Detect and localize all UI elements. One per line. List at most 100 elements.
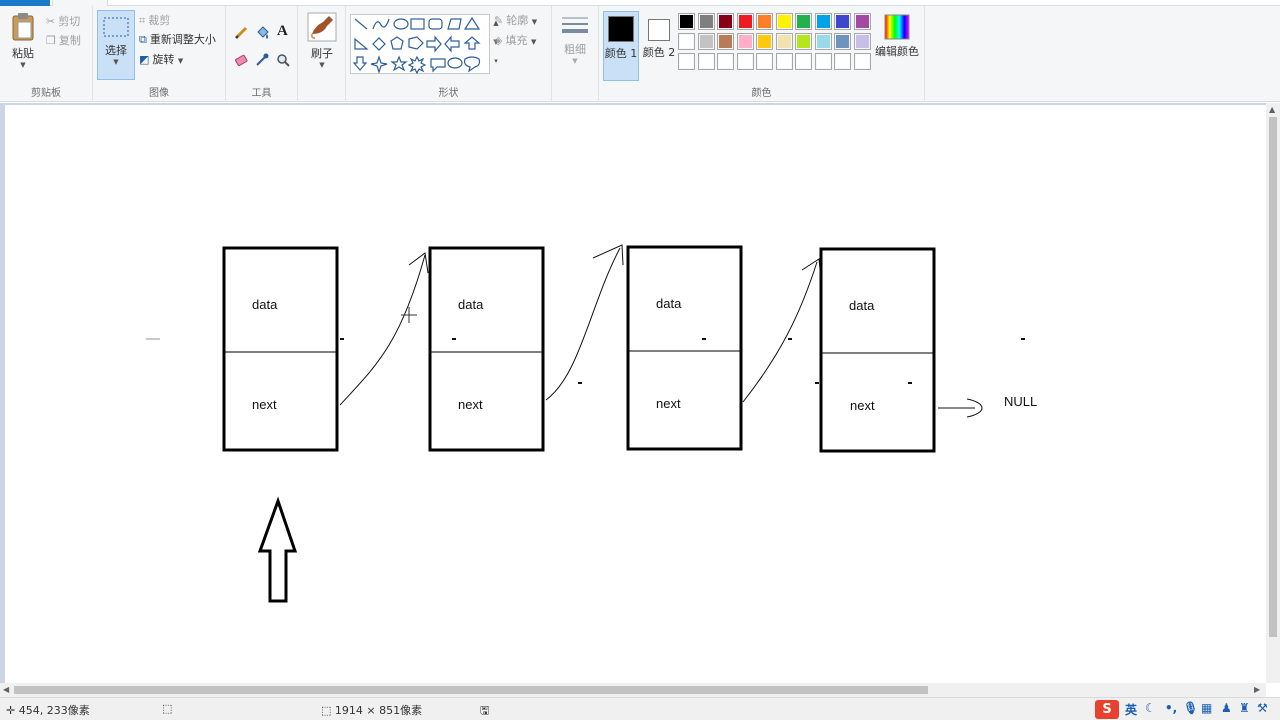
palette-swatch[interactable] [853, 13, 871, 30]
palette-swatch[interactable] [697, 53, 715, 70]
copy-label: 复制 [58, 34, 81, 47]
horizontal-scroll-thumb[interactable] [14, 686, 928, 694]
color-wheel-icon [884, 14, 910, 40]
chevron-down-icon: ▼ [530, 38, 537, 46]
magnifier-icon[interactable] [276, 53, 290, 67]
palette-swatch-fill [699, 15, 713, 28]
chevron-down-icon: ▼ [572, 57, 578, 65]
palette-swatch-fill [719, 55, 732, 68]
moon-icon[interactable]: ☾ [1145, 701, 1156, 715]
user-icon[interactable]: ♟ [1221, 701, 1232, 715]
palette-swatch[interactable] [814, 53, 832, 70]
palette-swatch[interactable] [814, 13, 832, 30]
palette-swatch-fill [758, 55, 771, 68]
palette-swatch[interactable] [795, 53, 812, 70]
rotate-button[interactable]: ◩ 旋转 ▼ [139, 51, 183, 69]
fill-bucket-icon[interactable] [255, 26, 269, 40]
list-node-2 [428, 246, 545, 452]
canvas-drawing [146, 244, 1025, 603]
palette-swatch[interactable] [834, 13, 851, 30]
horizontal-scrollbar[interactable]: ◀ ▶ [0, 683, 1266, 697]
keyboard-icon[interactable]: ▦ [1201, 701, 1212, 715]
cut-button[interactable]: ✂ 剪切 [46, 13, 80, 31]
palette-swatch[interactable] [756, 13, 773, 30]
palette-swatch[interactable] [853, 33, 871, 50]
palette-swatch-fill [758, 15, 771, 28]
palette-swatch-fill [699, 35, 713, 48]
palette-swatch[interactable] [717, 33, 734, 50]
color2-button[interactable]: 颜色 2 [641, 11, 677, 81]
palette-swatch[interactable] [834, 33, 851, 50]
eraser-icon[interactable] [234, 53, 248, 67]
brushes-button[interactable]: 刷子 ▼ [304, 12, 340, 69]
palette-swatch[interactable] [678, 53, 695, 70]
pencil-icon[interactable] [234, 26, 248, 40]
group-label-tools: 工具 [251, 88, 272, 99]
scroll-right-icon[interactable]: ▶ [1254, 685, 1260, 694]
crop-button[interactable]: ⌗ 裁剪 [139, 12, 170, 30]
palette-swatch[interactable] [775, 33, 793, 50]
copy-icon: ❐ [46, 34, 56, 47]
group-shapes: ▲ ▼ ▾ ✎ 轮廓 ▼ ◈ 填充 ▼ 形状 [346, 6, 552, 102]
outline-button[interactable]: ✎ 轮廓 ▼ [494, 12, 537, 30]
shapes-gallery[interactable] [350, 14, 490, 75]
palette-swatch[interactable] [736, 13, 754, 30]
palette-swatch[interactable] [853, 53, 871, 70]
palette-swatch[interactable] [697, 13, 715, 30]
palette-swatch[interactable] [678, 13, 695, 30]
fill-button[interactable]: ◈ 填充 ▼ [494, 32, 536, 50]
color-picker-icon[interactable] [255, 53, 269, 67]
outline-label: 轮廓 [506, 14, 529, 27]
edit-colors-button[interactable]: 编辑颜色 [873, 14, 921, 59]
size-button[interactable]: 粗细 ▼ [557, 14, 593, 65]
shirt-icon[interactable]: ♜ [1239, 701, 1250, 715]
shapes-gallery-icons [352, 16, 481, 75]
canvas-size-icon: ⬚ [321, 704, 332, 717]
palette-swatch[interactable] [717, 13, 734, 30]
palette-swatch-fill [855, 35, 869, 48]
crop-label: 裁剪 [148, 14, 171, 27]
list-node-4 [819, 247, 936, 453]
punctuation-icon[interactable]: •, [1165, 701, 1177, 715]
palette-swatch[interactable] [736, 33, 754, 50]
node4-next-label: next [850, 398, 875, 413]
scissors-icon: ✂ [46, 15, 56, 28]
copy-button[interactable]: ❐ 复制 [46, 32, 81, 50]
palette-swatch-fill [855, 15, 869, 28]
palette-swatch[interactable] [795, 13, 812, 30]
palette-swatch[interactable] [697, 33, 715, 50]
resize-button[interactable]: ⧉ 重新调整大小 [139, 31, 216, 49]
palette-swatch[interactable] [756, 33, 773, 50]
vertical-scrollbar[interactable]: ▲ [1266, 103, 1280, 683]
select-button[interactable]: 选择 ▼ [97, 10, 135, 80]
palette-swatch-fill [816, 15, 830, 28]
palette-swatch[interactable] [678, 33, 695, 50]
ime-mode-label[interactable]: 英 [1125, 701, 1137, 718]
palette-swatch[interactable] [775, 13, 793, 30]
cut-label: 剪切 [58, 15, 81, 28]
microphone-icon[interactable]: 🎙 [1183, 701, 1198, 715]
palette-swatch[interactable] [814, 33, 832, 50]
stray-marks [146, 338, 1025, 384]
drawing-canvas[interactable]: data next data next data next data next … [5, 105, 1266, 683]
palette-swatch-fill [836, 35, 849, 48]
chevron-down-icon: ▼ [177, 57, 184, 65]
palette-swatch[interactable] [775, 53, 793, 70]
paste-button[interactable]: 粘贴 ▼ [5, 12, 41, 69]
outline-icon: ✎ [494, 14, 504, 27]
scroll-left-icon[interactable]: ◀ [3, 685, 9, 694]
scroll-up-icon[interactable]: ▲ [1269, 105, 1275, 114]
palette-swatch[interactable] [795, 33, 812, 50]
palette-swatch[interactable] [756, 53, 773, 70]
palette-swatch[interactable] [736, 53, 754, 70]
text-tool-icon[interactable]: A [277, 23, 288, 40]
group-brushes: 刷子 ▼ [298, 6, 346, 102]
sogou-logo-icon[interactable]: S [1095, 700, 1119, 719]
color2-swatch [648, 19, 670, 41]
vertical-scroll-thumb[interactable] [1269, 117, 1277, 637]
palette-swatch[interactable] [834, 53, 851, 70]
workspace: data next data next data next data next … [0, 103, 1266, 683]
color1-button[interactable]: 颜色 1 [603, 11, 639, 81]
wrench-icon[interactable]: ⚒ [1257, 701, 1268, 715]
palette-swatch[interactable] [717, 53, 734, 70]
